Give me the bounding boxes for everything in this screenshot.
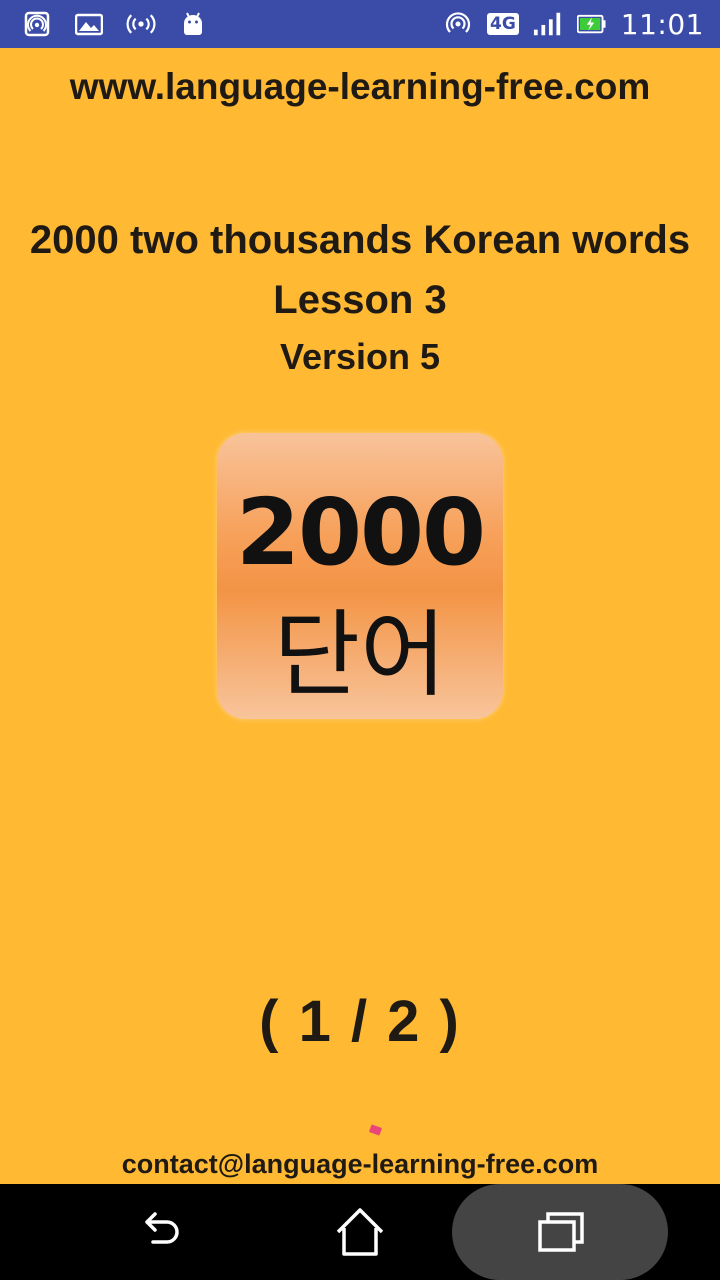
back-button[interactable] bbox=[126, 1184, 196, 1280]
broadcast-icon bbox=[126, 9, 156, 39]
signal-icon bbox=[533, 9, 563, 39]
network-type-badge: 4G bbox=[487, 13, 519, 35]
status-bar: 4G 11:01 bbox=[0, 0, 720, 48]
hotspot-icon bbox=[22, 9, 52, 39]
android-icon bbox=[178, 9, 208, 39]
home-button[interactable] bbox=[325, 1184, 395, 1280]
app-logo[interactable]: 2000 단어 bbox=[217, 433, 503, 719]
contact-email[interactable]: contact@language-learning-free.com bbox=[0, 1149, 720, 1180]
lesson-label: Lesson 3 bbox=[273, 278, 447, 322]
version-label: Version 5 bbox=[279, 336, 441, 377]
status-right-icons: 4G 11:01 bbox=[443, 8, 720, 41]
hotspot-icon bbox=[443, 9, 473, 39]
recents-button[interactable] bbox=[452, 1184, 668, 1280]
recents-icon bbox=[538, 1212, 584, 1252]
image-icon bbox=[74, 9, 104, 39]
home-icon bbox=[336, 1208, 384, 1256]
decorative-dot bbox=[368, 1124, 383, 1136]
page-title: 2000 two thousands Korean words bbox=[29, 218, 691, 262]
logo-word: 단어 bbox=[273, 601, 447, 710]
logo-number: 2000 bbox=[235, 479, 486, 586]
status-left-icons bbox=[0, 9, 208, 39]
back-icon bbox=[145, 1212, 179, 1244]
battery-charging-icon bbox=[576, 9, 607, 39]
navigation-bar bbox=[0, 1184, 720, 1280]
page-indicator: ( 1 / 2 ) bbox=[259, 989, 461, 1054]
status-time: 11:01 bbox=[620, 7, 704, 41]
website-url[interactable]: www.language-learning-free.com bbox=[0, 66, 720, 108]
